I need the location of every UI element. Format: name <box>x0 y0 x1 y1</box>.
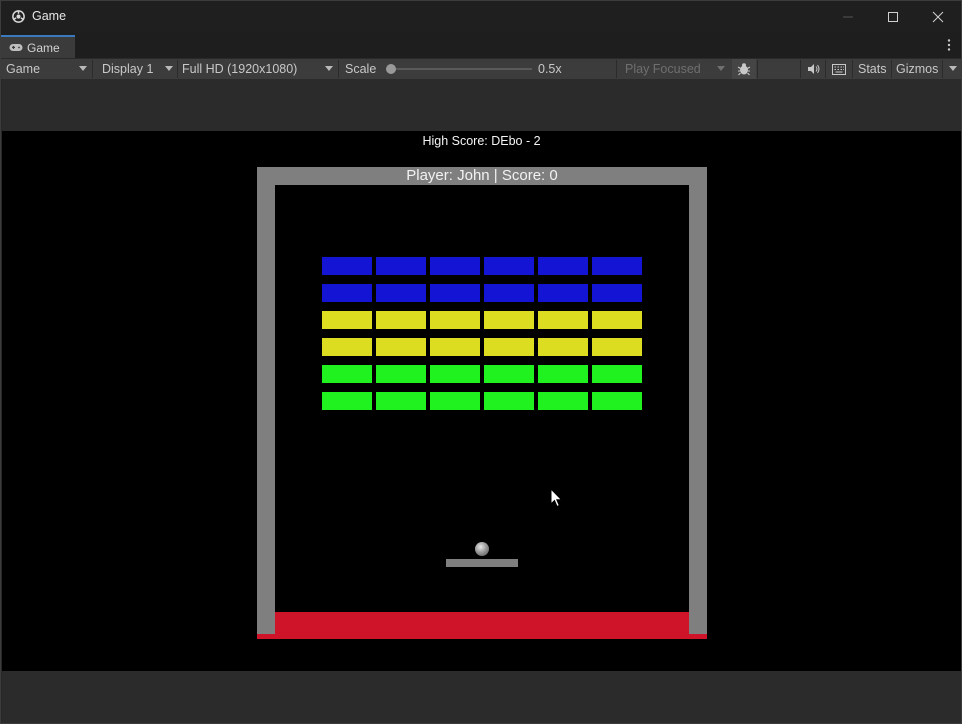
brick <box>376 338 426 356</box>
brick <box>484 338 534 356</box>
chevron-down-icon <box>949 66 957 71</box>
divider <box>825 60 826 78</box>
brick <box>322 338 372 356</box>
resolution-label: Full HD (1920x1080) <box>182 62 298 76</box>
chevron-down-icon <box>165 66 173 71</box>
bug-icon <box>737 63 751 76</box>
gizmos-label: Gizmos <box>896 62 939 76</box>
play-mode-dropdown[interactable]: Play Focused <box>618 59 730 79</box>
brick <box>484 392 534 410</box>
brick <box>430 338 480 356</box>
deadzone <box>275 612 689 639</box>
brick <box>538 392 588 410</box>
brick <box>376 365 426 383</box>
brick <box>538 257 588 275</box>
brick <box>322 365 372 383</box>
brick <box>592 392 642 410</box>
more-options-icon[interactable] <box>946 38 952 52</box>
tab-game[interactable]: Game <box>1 35 75 58</box>
scale-label: Scale <box>345 62 377 76</box>
chevron-down-icon <box>717 66 725 71</box>
letterbox-bottom <box>2 671 961 723</box>
chevron-down-icon <box>325 66 333 71</box>
view-mode-dropdown[interactable]: Game <box>1 59 91 79</box>
brick <box>538 338 588 356</box>
close-button[interactable] <box>915 1 961 32</box>
gizmos-dropdown[interactable] <box>943 59 961 79</box>
resolution-dropdown[interactable]: Full HD (1920x1080) <box>177 59 337 79</box>
game-viewport[interactable]: High Score: DEbo - 2 Player: John | Scor… <box>2 131 961 671</box>
divider <box>616 60 617 78</box>
unity-logo-icon <box>12 10 25 23</box>
title-bar: Game <box>1 1 961 32</box>
brick <box>376 284 426 302</box>
game-view-toolbar: Game Display 1 Full HD (1920x1080) Scale… <box>1 58 961 80</box>
stats-label: Stats <box>858 62 887 76</box>
minimize-icon <box>843 16 853 17</box>
mute-audio-button[interactable] <box>804 59 822 79</box>
brick <box>430 392 480 410</box>
shortcuts-button[interactable] <box>829 59 849 79</box>
minimize-button[interactable] <box>825 1 871 32</box>
divider <box>338 60 339 78</box>
brick <box>430 311 480 329</box>
scale-slider-handle[interactable] <box>386 64 396 74</box>
maximize-button[interactable] <box>870 1 916 32</box>
brick <box>538 284 588 302</box>
mouse-cursor-icon <box>550 488 563 508</box>
unity-game-window: Game Game Game Display 1 Full HD (1920x1… <box>0 0 962 724</box>
brick-grid <box>2 131 961 671</box>
brick <box>322 311 372 329</box>
scale-slider[interactable] <box>386 64 532 74</box>
brick <box>592 338 642 356</box>
ball <box>475 542 489 556</box>
paddle <box>446 559 518 567</box>
brick <box>430 365 480 383</box>
brick <box>430 257 480 275</box>
brick <box>484 311 534 329</box>
brick <box>592 365 642 383</box>
chevron-down-icon <box>79 66 87 71</box>
gamepad-icon <box>9 44 23 51</box>
divider <box>800 60 801 78</box>
brick <box>322 284 372 302</box>
divider <box>92 60 93 78</box>
tab-strip: Game <box>1 32 961 58</box>
view-mode-label: Game <box>6 62 41 76</box>
display-label: Display 1 <box>102 62 154 76</box>
brick <box>592 311 642 329</box>
divider <box>757 60 758 78</box>
debug-toggle-button[interactable] <box>732 59 756 79</box>
window-title: Game <box>32 9 67 23</box>
letterbox-top <box>2 79 961 131</box>
display-dropdown[interactable]: Display 1 <box>97 59 177 79</box>
play-mode-label: Play Focused <box>625 62 701 76</box>
divider <box>852 60 853 78</box>
brick <box>484 257 534 275</box>
keyboard-icon <box>832 63 846 75</box>
brick <box>538 311 588 329</box>
maximize-icon <box>888 11 898 22</box>
brick <box>376 311 426 329</box>
brick <box>484 365 534 383</box>
brick <box>430 284 480 302</box>
gizmos-button[interactable]: Gizmos <box>896 59 938 79</box>
brick <box>376 257 426 275</box>
brick <box>322 257 372 275</box>
speaker-icon <box>807 64 819 74</box>
brick <box>484 284 534 302</box>
brick <box>592 257 642 275</box>
scale-value: 0.5x <box>538 62 562 76</box>
brick <box>376 392 426 410</box>
brick <box>592 284 642 302</box>
tab-label: Game <box>27 40 60 55</box>
brick <box>322 392 372 410</box>
stats-button[interactable]: Stats <box>858 59 887 79</box>
divider <box>891 60 892 78</box>
close-icon <box>932 11 944 22</box>
brick <box>538 365 588 383</box>
